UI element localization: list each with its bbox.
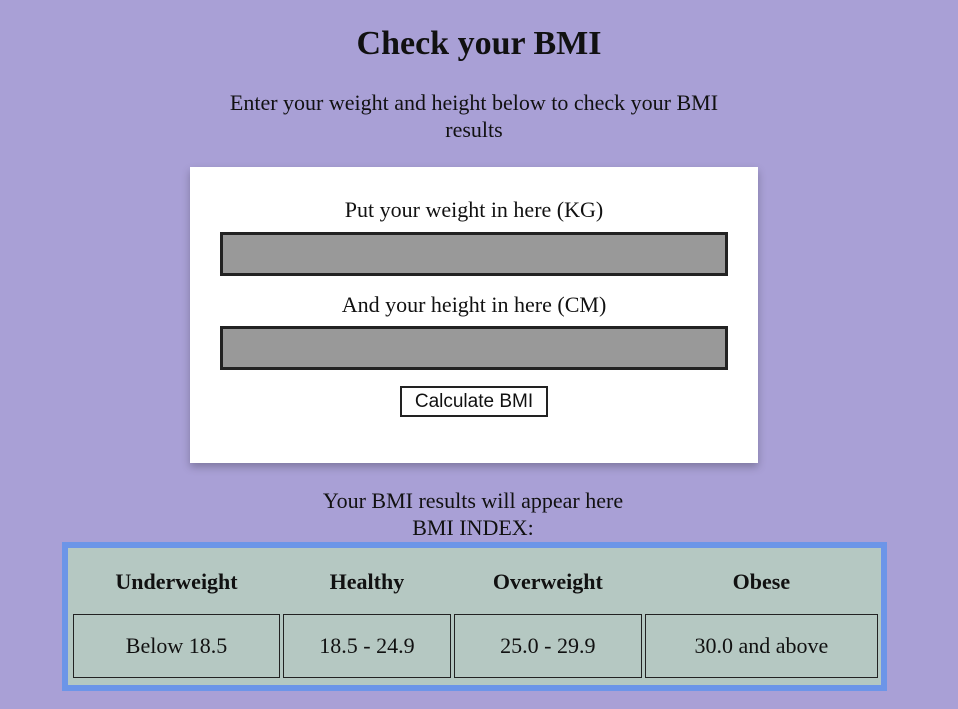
column-header-overweight: Overweight [492,569,603,594]
range-overweight: 25.0 - 29.9 [453,614,642,678]
column-header-obese: Obese [732,569,791,594]
bmi-index-table: Underweight Healthy Overweight Obese Bel… [70,550,881,681]
results-area: Your BMI results will appear here BMI IN… [0,487,946,541]
range-obese: 30.0 and above [644,614,878,678]
column-header-underweight: Underweight [115,569,238,594]
bmi-index-label: BMI INDEX: [412,515,534,540]
table-header-row: Underweight Healthy Overweight Obese [73,553,878,611]
results-placeholder: Your BMI results will appear here [322,488,624,513]
table-row: Below 18.5 18.5 - 24.9 25.0 - 29.9 30.0 … [73,614,878,678]
intro-text: Enter your weight and height below to ch… [229,90,719,142]
height-input[interactable] [220,326,728,370]
range-underweight: Below 18.5 [73,614,281,678]
bmi-form-card: Put your weight in here (KG) And your he… [190,167,758,463]
column-header-healthy: Healthy [329,569,405,594]
page-title: Check your BMI [356,25,602,62]
range-healthy: 18.5 - 24.9 [283,614,451,678]
bmi-index-table-container: Underweight Healthy Overweight Obese Bel… [62,542,887,691]
calculate-bmi-button[interactable]: Calculate BMI [400,386,548,417]
weight-input[interactable] [220,232,728,276]
height-label: And your height in here (CM) [341,292,607,317]
weight-label: Put your weight in here (KG) [344,197,604,222]
